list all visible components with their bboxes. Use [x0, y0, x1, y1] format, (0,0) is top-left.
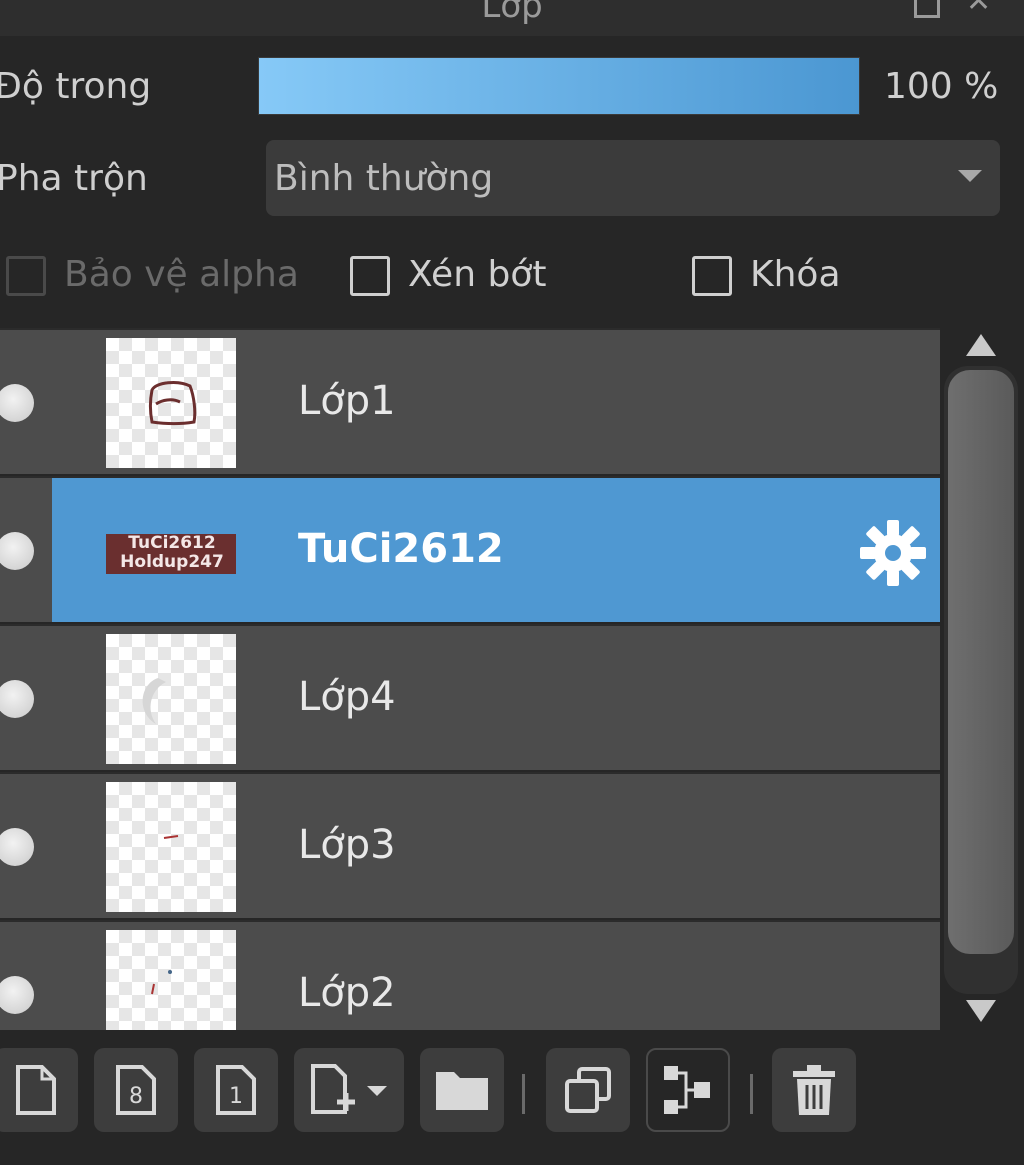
layer-thumbnail: TuCi2612 Holdup247	[106, 486, 236, 616]
layer-row-lop2[interactable]: Lớp2	[0, 920, 940, 1030]
blend-mode-value: Bình thường	[274, 158, 494, 199]
opacity-slider-fill	[259, 58, 859, 114]
new-folder-icon	[436, 1072, 488, 1110]
opacity-label: Độ trong	[0, 66, 152, 107]
lock-label: Khóa	[750, 254, 841, 295]
protect-alpha-checkbox[interactable]	[6, 256, 46, 296]
layer-thumbnail	[106, 338, 236, 468]
layer-row-lop1[interactable]: Lớp1	[0, 328, 940, 474]
scrollbar-thumb[interactable]	[948, 370, 1014, 954]
layer-thumbnail	[106, 930, 236, 1030]
float-panel-icon[interactable]	[914, 0, 940, 18]
new-8bit-layer-button[interactable]: 8	[94, 1048, 178, 1132]
layer-name: Lớp1	[298, 378, 396, 424]
gear-icon[interactable]	[858, 518, 928, 588]
delete-layer-button[interactable]	[772, 1048, 856, 1132]
clipping-checkbox[interactable]	[350, 256, 390, 296]
eye-dot-icon	[0, 384, 34, 422]
layer-list: Lớp1 TuCi2612 Holdup247 TuCi2612 Lớp4 Lớ…	[0, 328, 940, 1030]
thumbnail-text: TuCi2612 Holdup247	[106, 534, 236, 574]
scroll-up-arrow-icon[interactable]	[966, 334, 996, 356]
visibility-toggle[interactable]	[0, 478, 52, 622]
toolbar-separator	[522, 1074, 525, 1114]
new-folder-button[interactable]	[420, 1048, 504, 1132]
duplicate-layer-icon	[565, 1067, 611, 1113]
chevron-down-icon	[958, 170, 982, 182]
visibility-toggle[interactable]	[0, 626, 52, 770]
blend-mode-select[interactable]: Bình thường	[266, 140, 1000, 216]
layer-row-tuci2612[interactable]: TuCi2612 Holdup247 TuCi2612	[0, 476, 940, 622]
new-layer-button[interactable]	[0, 1048, 78, 1132]
blend-mode-label: Pha trộn	[0, 158, 148, 199]
eye-dot-icon	[0, 532, 34, 570]
scroll-down-arrow-icon[interactable]	[966, 1000, 996, 1022]
trash-icon	[793, 1065, 835, 1115]
toolbar-separator	[750, 1074, 753, 1114]
new-layer-icon	[16, 1065, 56, 1115]
new-1bit-layer-button[interactable]: 1	[194, 1048, 278, 1132]
lock-checkbox[interactable]	[692, 256, 732, 296]
new-layer-menu-button[interactable]	[294, 1048, 404, 1132]
visibility-toggle[interactable]	[0, 922, 52, 1030]
opacity-slider[interactable]	[258, 57, 860, 115]
merge-layer-icon	[664, 1066, 710, 1114]
close-panel-icon[interactable]: ✕	[966, 0, 992, 18]
layer-thumbnail	[106, 782, 236, 912]
eye-dot-icon	[0, 976, 34, 1014]
new-8bit-layer-icon: 8	[116, 1065, 156, 1115]
svg-text:1: 1	[229, 1084, 243, 1109]
layer-name: Lớp2	[298, 970, 396, 1016]
layer-name: Lớp3	[298, 822, 396, 868]
duplicate-layer-button[interactable]	[546, 1048, 630, 1132]
opacity-value: 100 %	[884, 66, 999, 107]
layer-row-lop4[interactable]: Lớp4	[0, 624, 940, 770]
new-layer-menu-icon	[311, 1064, 387, 1114]
visibility-toggle[interactable]	[0, 330, 52, 474]
eye-dot-icon	[0, 828, 34, 866]
panel-title: Lớp	[481, 0, 543, 26]
panel-titlebar: Lớp ✕	[0, 0, 1024, 36]
layer-toolbar: 8 1	[0, 1030, 1024, 1165]
visibility-toggle[interactable]	[0, 774, 52, 918]
layer-panel: Lớp ✕ Độ trong 100 % Pha trộn Bình thườn…	[0, 0, 1024, 1165]
protect-alpha-label: Bảo vệ alpha	[64, 254, 299, 295]
layer-name: Lớp4	[298, 674, 396, 720]
eye-dot-icon	[0, 680, 34, 718]
layer-row-lop3[interactable]: Lớp3	[0, 772, 940, 918]
clipping-label: Xén bớt	[408, 254, 547, 295]
layer-thumbnail	[106, 634, 236, 764]
svg-text:8: 8	[129, 1084, 143, 1109]
new-1bit-layer-icon: 1	[216, 1065, 256, 1115]
layer-name: TuCi2612	[298, 526, 504, 572]
merge-layer-button[interactable]	[646, 1048, 730, 1132]
